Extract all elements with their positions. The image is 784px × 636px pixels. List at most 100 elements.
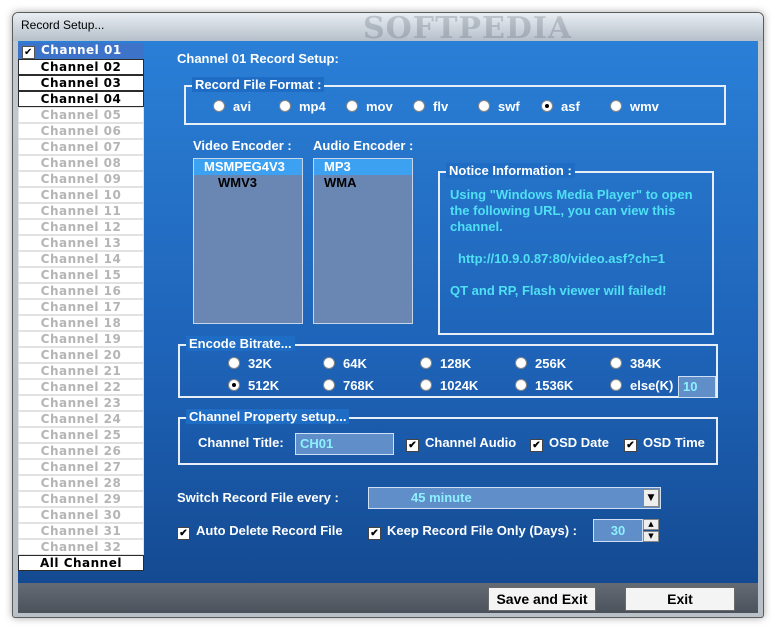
bitrate-label: 256K xyxy=(535,356,567,371)
format-label: mov xyxy=(366,99,393,114)
channel-item[interactable]: Channel 15 xyxy=(18,267,144,283)
osd-time-checkbox[interactable]: ✔ OSD Time xyxy=(624,435,705,452)
channel-item[interactable]: Channel 27 xyxy=(18,459,144,475)
video-encoder-option[interactable]: MSMPEG4V3 xyxy=(194,159,302,175)
bitrate-label: 1536K xyxy=(535,378,574,393)
format-radio-asf[interactable]: asf xyxy=(541,99,580,114)
setup-heading: Channel 01 Record Setup: xyxy=(177,51,339,66)
radio-icon xyxy=(420,379,432,391)
bitrate-radio[interactable]: 1024K xyxy=(420,378,478,393)
video-encoder-list[interactable]: MSMPEG4V3 WMV3 xyxy=(193,158,303,324)
format-radio-mp4[interactable]: mp4 xyxy=(279,99,326,114)
channel-audio-checkbox[interactable]: ✔ Channel Audio xyxy=(406,435,516,452)
all-channel-item[interactable]: All Channel xyxy=(18,555,144,571)
bitrate-radio[interactable]: 512K xyxy=(228,378,279,393)
channel-item[interactable]: Channel 16 xyxy=(18,283,144,299)
format-radio-flv[interactable]: flv xyxy=(413,99,448,114)
channel-title-input[interactable]: CH01 xyxy=(295,433,394,455)
format-radio-mov[interactable]: mov xyxy=(346,99,393,114)
channel-item[interactable]: Channel 23 xyxy=(18,395,144,411)
else-bitrate-input[interactable]: 10 xyxy=(678,376,716,398)
record-format-group: Record File Format : avi mp4 mov flv swf asf w… xyxy=(184,77,726,125)
check-icon: ✔ xyxy=(368,527,381,540)
switch-interval-value: 45 minute xyxy=(411,490,472,505)
channel-item[interactable]: Channel 26 xyxy=(18,443,144,459)
radio-icon xyxy=(228,379,240,391)
channel-item[interactable]: Channel 05 xyxy=(18,107,144,123)
channel-item[interactable]: Channel 28 xyxy=(18,475,144,491)
channel-item[interactable]: Channel 13 xyxy=(18,235,144,251)
channel-item[interactable]: Channel 20 xyxy=(18,347,144,363)
channel-item[interactable]: Channel 29 xyxy=(18,491,144,507)
radio-icon xyxy=(228,357,240,369)
channel-item[interactable]: Channel 18 xyxy=(18,315,144,331)
check-icon: ✔ xyxy=(177,527,190,540)
property-legend: Channel Property setup... xyxy=(186,409,350,424)
channel-item[interactable]: Channel 22 xyxy=(18,379,144,395)
channel-list: ✔ Channel 01 Channel 02 Channel 03 Channel 0… xyxy=(18,43,144,571)
osd-date-label: OSD Date xyxy=(549,435,609,450)
auto-delete-label: Auto Delete Record File xyxy=(196,523,343,538)
spin-up-icon[interactable]: ▲ xyxy=(643,519,659,530)
keep-days-checkbox[interactable]: ✔ Keep Record File Only (Days) : xyxy=(368,523,577,540)
radio-icon xyxy=(610,100,622,112)
radio-icon xyxy=(515,379,527,391)
channel-item[interactable]: Channel 19 xyxy=(18,331,144,347)
radio-icon xyxy=(279,100,291,112)
spin-down-icon[interactable]: ▼ xyxy=(643,531,659,542)
save-and-exit-button[interactable]: Save and Exit xyxy=(488,587,596,611)
channel-item[interactable]: Channel 32 xyxy=(18,539,144,555)
channel-item[interactable]: Channel 11 xyxy=(18,203,144,219)
title-bar[interactable]: Record Setup... SOFTPEDIA xyxy=(13,13,763,46)
format-radio-wmv[interactable]: wmv xyxy=(610,99,659,114)
bitrate-label: 1024K xyxy=(440,378,479,393)
channel-item[interactable]: Channel 14 xyxy=(18,251,144,267)
format-radio-swf[interactable]: swf xyxy=(478,99,520,114)
auto-delete-checkbox[interactable]: ✔ Auto Delete Record File xyxy=(177,523,343,540)
notice-body: Using "Windows Media Player" to open the… xyxy=(450,187,706,299)
bitrate-label: 32K xyxy=(248,356,272,371)
bitrate-radio[interactable]: 384K xyxy=(610,356,661,371)
bitrate-label: else(K) xyxy=(630,378,674,393)
chevron-down-icon[interactable]: ▼ xyxy=(643,489,659,507)
channel-item[interactable]: Channel 07 xyxy=(18,139,144,155)
channel-item[interactable]: Channel 08 xyxy=(18,155,144,171)
channel-item[interactable]: Channel 06 xyxy=(18,123,144,139)
channel-item[interactable]: ✔ Channel 01 xyxy=(18,43,144,59)
bitrate-radio[interactable]: 128K xyxy=(420,356,471,371)
notice-url: http://10.9.0.87:80/video.asf?ch=1 xyxy=(458,251,665,266)
audio-encoder-option[interactable]: MP3 xyxy=(314,159,412,175)
keep-days-stepper[interactable]: 30 ▲ ▼ xyxy=(593,519,659,542)
channel-item[interactable]: Channel 17 xyxy=(18,299,144,315)
radio-icon xyxy=(515,357,527,369)
video-encoder-option[interactable]: WMV3 xyxy=(194,175,302,191)
channel-item[interactable]: Channel 02 xyxy=(18,59,144,75)
channel-item[interactable]: Channel 12 xyxy=(18,219,144,235)
switch-interval-select[interactable]: 45 minute ▼ xyxy=(368,487,661,509)
radio-icon xyxy=(213,100,225,112)
channel-item[interactable]: Channel 30 xyxy=(18,507,144,523)
bitrate-radio[interactable]: 768K xyxy=(323,378,374,393)
audio-encoder-label: Audio Encoder : xyxy=(313,138,414,153)
channel-item[interactable]: Channel 31 xyxy=(18,523,144,539)
bitrate-label: 384K xyxy=(630,356,662,371)
keep-days-input[interactable]: 30 xyxy=(593,519,643,542)
channel-item[interactable]: Channel 03 xyxy=(18,75,144,91)
channel-item[interactable]: Channel 09 xyxy=(18,171,144,187)
audio-encoder-list[interactable]: MP3 WMA xyxy=(313,158,413,324)
channel-item[interactable]: Channel 21 xyxy=(18,363,144,379)
bitrate-radio[interactable]: 256K xyxy=(515,356,566,371)
channel-item[interactable]: Channel 10 xyxy=(18,187,144,203)
radio-icon xyxy=(323,357,335,369)
bitrate-radio[interactable]: 32K xyxy=(228,356,272,371)
channel-item[interactable]: Channel 24 xyxy=(18,411,144,427)
audio-encoder-option[interactable]: WMA xyxy=(314,175,412,191)
channel-item[interactable]: Channel 25 xyxy=(18,427,144,443)
exit-button[interactable]: Exit xyxy=(625,587,735,611)
bitrate-radio[interactable]: 1536K xyxy=(515,378,573,393)
bitrate-radio[interactable]: 64K xyxy=(323,356,367,371)
channel-item[interactable]: Channel 04 xyxy=(18,91,144,107)
osd-date-checkbox[interactable]: ✔ OSD Date xyxy=(530,435,609,452)
bitrate-radio[interactable]: else(K) xyxy=(610,378,673,393)
format-radio-avi[interactable]: avi xyxy=(213,99,251,114)
